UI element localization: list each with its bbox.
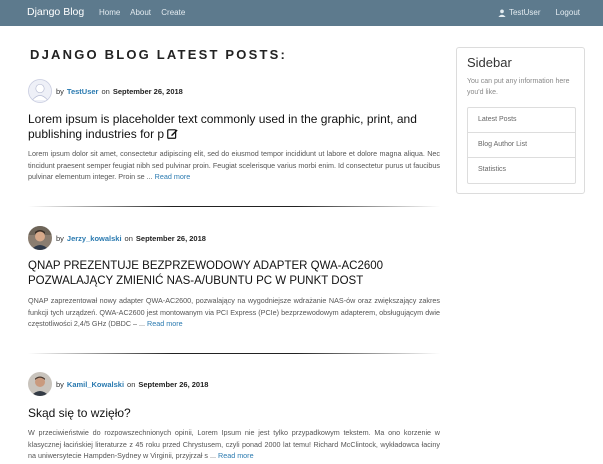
avatar — [28, 79, 52, 103]
post-excerpt: W przeciwieństwie do rozpowszechnionych … — [28, 428, 440, 461]
sidebar-description: You can put any information here you'd l… — [467, 78, 570, 96]
sidebar-title: Sidebar — [467, 55, 512, 70]
sidebar-item-statistics[interactable]: Statistics — [468, 158, 575, 183]
post-author-link[interactable]: TestUser — [67, 87, 99, 96]
post-meta: by Jerzy_kowalski on September 26, 2018 — [28, 225, 440, 251]
post-meta: by TestUser on September 26, 2018 — [28, 78, 440, 104]
edit-icon[interactable] — [167, 128, 179, 139]
post-card: by TestUser on September 26, 2018 Lorem … — [28, 78, 440, 183]
post-excerpt: Lorem ipsum dolor sit amet, consectetur … — [28, 149, 440, 182]
brand-link[interactable]: Django Blog — [27, 6, 84, 18]
sidebar: Sidebar You can put any information here… — [456, 47, 585, 194]
avatar — [28, 226, 52, 250]
post-card: by Jerzy_kowalski on September 26, 2018 … — [28, 225, 440, 330]
post-author-link[interactable]: Kamil_Kowalski — [67, 380, 124, 389]
post-date: September 26, 2018 — [112, 86, 183, 96]
sidebar-item-latest-posts[interactable]: Latest Posts — [468, 108, 575, 133]
nav-right: TestUser Logout — [498, 8, 580, 17]
read-more-link[interactable]: Read more — [147, 319, 183, 328]
nav-about-link[interactable]: About — [130, 8, 151, 17]
post-author-link[interactable]: Jerzy_kowalski — [67, 234, 122, 243]
page-title: DJANGO BLOG LATEST POSTS: — [30, 47, 287, 62]
nav-user-link[interactable]: TestUser — [509, 8, 541, 17]
post-date: September 26, 2018 — [138, 379, 209, 389]
divider — [28, 206, 440, 207]
navbar: Django Blog Home About Create TestUser L… — [0, 0, 603, 26]
sidebar-list: Latest Posts Blog Author List Statistics — [467, 107, 576, 184]
nav-home-link[interactable]: Home — [99, 8, 120, 17]
post-title-link[interactable]: QNAP PREZENTUJE BEZPRZEWODOWY ADAPTER QW… — [28, 259, 440, 289]
nav-links: Home About Create — [99, 8, 193, 17]
user-icon — [498, 9, 506, 17]
post-meta: by Kamil_Kowalski on September 26, 2018 — [28, 371, 440, 397]
divider — [28, 353, 440, 354]
logout-link[interactable]: Logout — [556, 8, 580, 17]
sidebar-item-blog-author-list[interactable]: Blog Author List — [468, 133, 575, 158]
post-date: September 26, 2018 — [135, 233, 206, 243]
post-title-link[interactable]: Skąd się to wzięło? — [28, 406, 440, 421]
post-card: by Kamil_Kowalski on September 26, 2018 … — [28, 371, 440, 462]
nav-create-link[interactable]: Create — [161, 8, 185, 17]
read-more-link[interactable]: Read more — [218, 451, 254, 460]
avatar — [28, 372, 52, 396]
post-title-link[interactable]: Lorem ipsum is placeholder text commonly… — [28, 112, 440, 142]
read-more-link[interactable]: Read more — [155, 172, 191, 181]
post-excerpt: QNAP zaprezentował nowy adapter QWA-AC26… — [28, 296, 440, 329]
